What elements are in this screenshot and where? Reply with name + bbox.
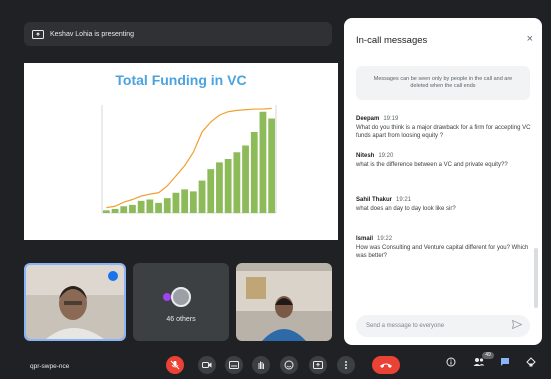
chat-notice: Messages can be seen only by people in t… [356, 66, 530, 100]
chart-bar [137, 200, 145, 213]
close-icon[interactable]: × [527, 33, 533, 45]
message-text: What do you think is a major drawback fo… [356, 125, 531, 139]
leave-call-button[interactable] [372, 356, 400, 374]
chart-bar [172, 192, 180, 213]
message-sender: Sahil Thakur [356, 197, 393, 203]
message-sender: Deepam [356, 116, 380, 122]
participants-count-badge: 49 [482, 352, 494, 359]
chart-bar [146, 199, 154, 213]
message-text: what does an day to day look like sir? [356, 206, 456, 212]
message-sender: Ismail [356, 236, 374, 242]
emoji-icon [284, 360, 294, 370]
activities-icon [526, 357, 536, 367]
message-sender: Nitesh [356, 153, 375, 159]
captions-button[interactable] [225, 356, 243, 374]
presenter-text: Keshav Lohia is presenting [50, 30, 135, 38]
chart-bar [268, 118, 276, 213]
message-time: 19:20 [378, 153, 394, 159]
chart-bar [242, 145, 249, 213]
chart-bar [198, 180, 206, 213]
chart-bar [102, 210, 110, 213]
chart-bar [189, 191, 197, 213]
chat-scrollbar[interactable] [534, 248, 538, 308]
message-text: How was Consulting and Venture capital d… [356, 245, 529, 259]
more-options-button[interactable] [337, 356, 355, 374]
send-button[interactable] [511, 319, 523, 331]
camera-icon [202, 362, 212, 368]
emoji-button[interactable] [280, 356, 298, 374]
chat-message: Nitesh 19:20 what is the difference betwe… [356, 153, 532, 169]
camera-button[interactable] [198, 356, 216, 374]
hang-up-icon [380, 363, 392, 368]
chart-bar [233, 152, 241, 213]
chart-bar [207, 169, 215, 213]
chat-button[interactable] [500, 357, 510, 369]
participant-tile-others[interactable]: 46 others [133, 263, 229, 341]
people-button[interactable] [473, 357, 485, 369]
hand-icon [258, 361, 264, 369]
chart-bar [250, 132, 258, 213]
chart-bar [111, 208, 119, 213]
speaking-indicator-icon [108, 271, 118, 281]
others-count-label: 46 others [166, 316, 196, 323]
chart-bar [181, 189, 189, 213]
chart-bar [163, 198, 171, 213]
funding-chart [101, 105, 277, 214]
chart-bar [155, 202, 162, 213]
raise-hand-button[interactable] [252, 356, 270, 374]
chat-message: Ismail 19:22 How was Consulting and Ventu… [356, 236, 532, 260]
present-screen-icon [313, 361, 323, 369]
message-time: 19:21 [396, 197, 412, 203]
participant-tile-remote[interactable] [236, 263, 332, 341]
message-time: 19:22 [377, 236, 393, 242]
participant-tile-self[interactable] [24, 263, 126, 341]
captions-icon [229, 361, 239, 369]
meeting-code: qpr-swpe-nce [30, 363, 70, 370]
meeting-details-button[interactable] [446, 357, 456, 369]
mic-off-icon [170, 360, 180, 370]
chart-bar [120, 206, 128, 213]
chat-panel: In-call messages × Messages can be seen … [344, 18, 542, 345]
mic-off-button[interactable] [166, 356, 184, 374]
present-button[interactable] [309, 356, 327, 374]
more-vert-icon [345, 361, 347, 369]
presenter-bar: Keshav Lohia is presenting [24, 22, 332, 46]
avatar [171, 287, 191, 307]
chat-message-input[interactable]: Send a message to everyone [356, 315, 530, 337]
avatar [163, 293, 171, 301]
activities-button[interactable] [526, 357, 536, 369]
chart-bar [224, 159, 232, 213]
message-time: 19:19 [383, 116, 399, 122]
chart-bar [129, 204, 136, 213]
participant-video [236, 263, 332, 341]
chart-bar [259, 111, 267, 213]
chat-message: Sahil Thakur 19:21 what does an day to da… [356, 197, 532, 213]
chat-icon [501, 358, 509, 366]
message-text: what is the difference between a VC and … [356, 162, 508, 168]
chart-bar [216, 162, 223, 213]
present-icon [32, 29, 44, 39]
info-icon [446, 357, 456, 367]
chat-panel-title: In-call messages [356, 35, 428, 46]
chat-message: Deepam 19:19 What do you think is a major… [356, 116, 532, 140]
shared-slide: Total Funding in VC [24, 63, 338, 240]
send-icon [511, 319, 523, 330]
